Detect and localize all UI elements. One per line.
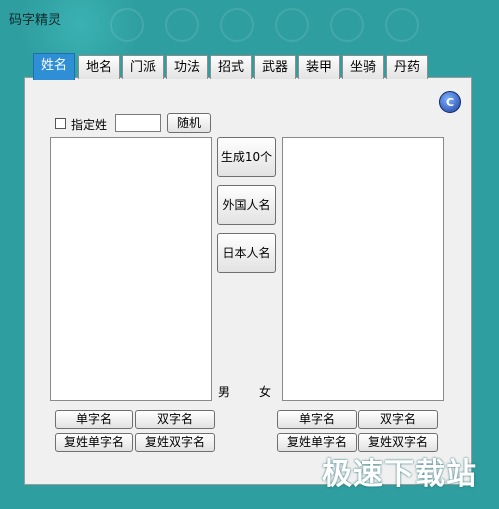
japanese-name-button[interactable]: 日本人名 — [217, 233, 276, 273]
left-double-char-button[interactable]: 双字名 — [135, 410, 215, 429]
tab-weapon[interactable]: 武器 — [254, 55, 296, 79]
female-label: 女 — [259, 385, 272, 399]
foreign-name-button[interactable]: 外国人名 — [217, 185, 276, 225]
decorative-circle — [220, 8, 254, 42]
tab-sect[interactable]: 门派 — [122, 55, 164, 79]
left-compound-double-button[interactable]: 复姓双字名 — [135, 433, 215, 452]
watermark-logo: 极速下载站 — [322, 457, 477, 492]
window-title: 码字精灵 — [9, 13, 62, 28]
right-single-char-button[interactable]: 单字名 — [277, 410, 357, 429]
male-label: 男 — [218, 385, 231, 399]
tab-elixir[interactable]: 丹药 — [386, 55, 428, 79]
right-double-char-button[interactable]: 双字名 — [358, 410, 438, 429]
decorative-circle — [385, 8, 419, 42]
c-icon-button[interactable]: C — [439, 91, 461, 113]
male-name-list[interactable] — [50, 137, 212, 401]
female-name-list[interactable] — [282, 137, 444, 401]
decorative-circle — [110, 8, 144, 42]
tab-armor[interactable]: 装甲 — [298, 55, 340, 79]
decorative-circle — [275, 8, 309, 42]
random-button[interactable]: 随机 — [167, 113, 211, 133]
specify-surname-label: 指定姓 — [71, 118, 108, 132]
specify-surname-checkbox[interactable] — [55, 118, 66, 129]
surname-input[interactable] — [115, 114, 161, 132]
tab-place[interactable]: 地名 — [78, 55, 120, 79]
left-single-char-button[interactable]: 单字名 — [55, 410, 133, 429]
decorative-circle — [330, 8, 364, 42]
left-compound-single-button[interactable]: 复姓单字名 — [55, 433, 133, 452]
tab-technique[interactable]: 功法 — [166, 55, 208, 79]
tab-move[interactable]: 招式 — [210, 55, 252, 79]
tab-mount[interactable]: 坐骑 — [342, 55, 384, 79]
generate-ten-button[interactable]: 生成10个 — [217, 137, 276, 177]
decorative-circle — [165, 8, 199, 42]
tab-name[interactable]: 姓名 — [33, 53, 75, 80]
